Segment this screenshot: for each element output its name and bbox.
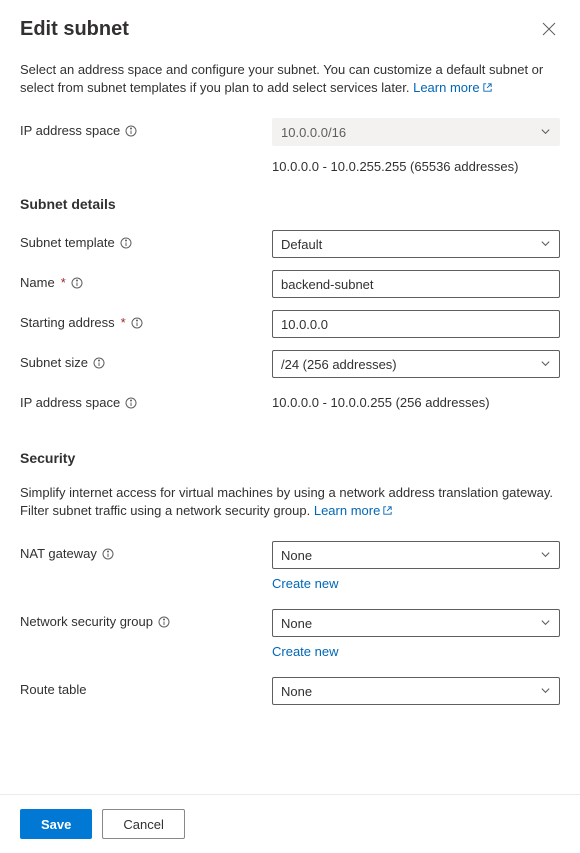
- info-icon[interactable]: [71, 277, 83, 289]
- info-icon[interactable]: [125, 125, 137, 137]
- ip-address-space-select[interactable]: 10.0.0.0/16: [272, 118, 560, 146]
- close-icon: [542, 23, 556, 39]
- nat-gateway-value: None: [281, 548, 312, 563]
- security-heading: Security: [20, 450, 560, 466]
- info-icon[interactable]: [125, 397, 137, 409]
- external-link-icon: [382, 503, 393, 521]
- close-button[interactable]: [538, 18, 560, 43]
- nat-gateway-select[interactable]: None: [272, 541, 560, 569]
- subnet-ip-range-label: IP address space: [20, 395, 120, 410]
- subnet-details-heading: Subnet details: [20, 196, 560, 212]
- name-label: Name: [20, 275, 55, 290]
- subnet-template-select[interactable]: Default: [272, 230, 560, 258]
- subnet-size-value: /24 (256 addresses): [281, 357, 397, 372]
- save-button[interactable]: Save: [20, 809, 92, 839]
- intro-learn-more-link[interactable]: Learn more: [413, 80, 492, 95]
- nsg-select[interactable]: None: [272, 609, 560, 637]
- external-link-icon: [482, 80, 493, 98]
- cancel-button[interactable]: Cancel: [102, 809, 184, 839]
- ip-address-space-range: 10.0.0.0 - 10.0.255.255 (65536 addresses…: [272, 154, 560, 174]
- route-table-select[interactable]: None: [272, 677, 560, 705]
- subnet-template-label: Subnet template: [20, 235, 115, 250]
- starting-address-value: 10.0.0.0: [281, 317, 328, 332]
- footer: Save Cancel: [0, 794, 580, 853]
- info-icon[interactable]: [93, 357, 105, 369]
- page-title: Edit subnet: [20, 18, 129, 41]
- required-marker: *: [61, 275, 66, 290]
- intro-text: Select an address space and configure yo…: [20, 61, 560, 98]
- subnet-ip-range-value: 10.0.0.0 - 10.0.0.255 (256 addresses): [272, 390, 560, 410]
- info-icon[interactable]: [102, 548, 114, 560]
- name-input-value: backend-subnet: [281, 277, 374, 292]
- chevron-down-icon: [540, 237, 551, 252]
- starting-address-input[interactable]: 10.0.0.0: [272, 310, 560, 338]
- info-icon[interactable]: [120, 237, 132, 249]
- chevron-down-icon: [540, 125, 551, 140]
- ip-address-space-label: IP address space: [20, 123, 120, 138]
- route-table-value: None: [281, 684, 312, 699]
- info-icon[interactable]: [131, 317, 143, 329]
- security-learn-more-link[interactable]: Learn more: [314, 503, 393, 518]
- info-icon[interactable]: [158, 616, 170, 628]
- ip-address-space-value: 10.0.0.0/16: [281, 125, 346, 140]
- chevron-down-icon: [540, 616, 551, 631]
- nsg-create-new-link[interactable]: Create new: [272, 644, 560, 659]
- starting-address-label: Starting address: [20, 315, 115, 330]
- intro-learn-more-label: Learn more: [413, 80, 479, 95]
- route-table-label: Route table: [20, 682, 87, 697]
- subnet-template-value: Default: [281, 237, 322, 252]
- chevron-down-icon: [540, 684, 551, 699]
- nsg-label: Network security group: [20, 614, 153, 629]
- subnet-size-label: Subnet size: [20, 355, 88, 370]
- nsg-value: None: [281, 616, 312, 631]
- nat-gateway-create-new-link[interactable]: Create new: [272, 576, 560, 591]
- chevron-down-icon: [540, 357, 551, 372]
- chevron-down-icon: [540, 548, 551, 563]
- subnet-size-select[interactable]: /24 (256 addresses): [272, 350, 560, 378]
- security-learn-more-label: Learn more: [314, 503, 380, 518]
- nat-gateway-label: NAT gateway: [20, 546, 97, 561]
- security-intro: Simplify internet access for virtual mac…: [20, 484, 560, 521]
- security-intro-body: Simplify internet access for virtual mac…: [20, 485, 553, 518]
- name-input[interactable]: backend-subnet: [272, 270, 560, 298]
- required-marker: *: [121, 315, 126, 330]
